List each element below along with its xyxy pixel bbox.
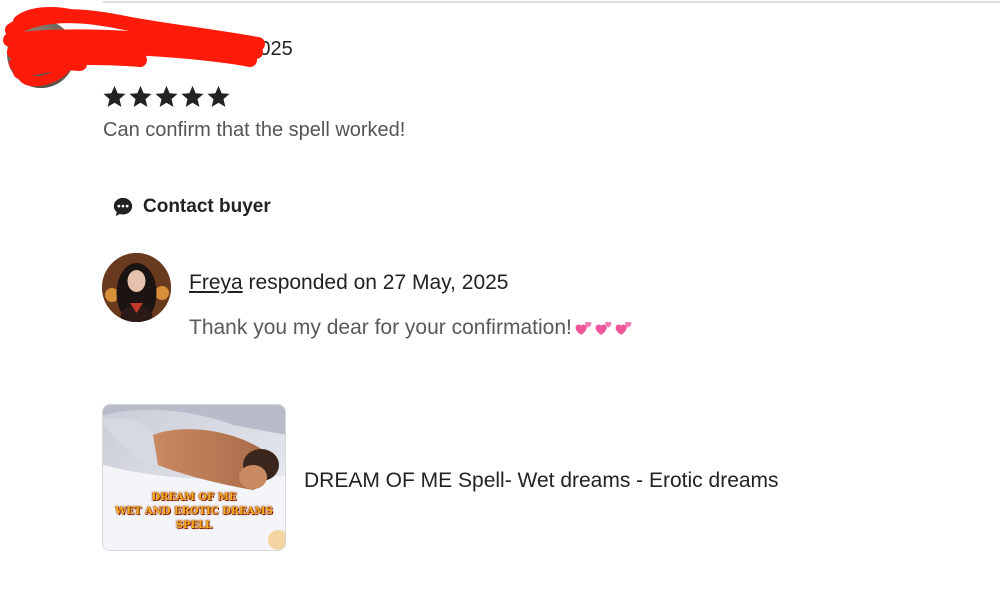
review-page: Steph · 27 May, 2025 Can confirm that th… xyxy=(0,0,1000,603)
caption-line: WET AND EROTIC DREAMS xyxy=(115,506,273,517)
two-hearts-icon xyxy=(615,321,632,335)
chat-bubble-icon xyxy=(113,197,133,217)
two-hearts-icon xyxy=(575,321,592,335)
responded-date-text: responded on 27 May, 2025 xyxy=(242,271,509,294)
listing-thumbnail[interactable]: DREAM OF ME WET AND EROTIC DREAMS SPELL xyxy=(102,404,286,551)
seller-name-link[interactable]: Freya xyxy=(189,271,243,294)
contact-buyer-button[interactable]: Contact buyer xyxy=(112,196,271,218)
caption-line: DREAM OF ME xyxy=(151,492,237,503)
seller-avatar[interactable] xyxy=(102,253,171,322)
listing-title-link[interactable]: DREAM OF ME Spell- Wet dreams - Erotic d… xyxy=(304,469,779,493)
hearts-emoji-group xyxy=(574,319,633,338)
star-icon xyxy=(207,85,230,107)
contact-buyer-label: Contact buyer xyxy=(143,196,271,217)
avatar-image xyxy=(102,253,171,322)
redaction-scribble xyxy=(3,7,265,87)
star-icon xyxy=(129,85,152,107)
listing-thumb-caption: DREAM OF ME WET AND EROTIC DREAMS SPELL xyxy=(103,491,285,533)
star-icon xyxy=(103,85,126,107)
star-rating xyxy=(102,84,231,109)
caption-line: SPELL xyxy=(175,520,213,531)
star-icon xyxy=(155,85,178,107)
response-text: Thank you my dear for your confirmation! xyxy=(189,316,572,339)
response-header: Freya responded on 27 May, 2025 xyxy=(189,271,509,295)
star-icon xyxy=(181,85,204,107)
two-hearts-icon xyxy=(595,321,612,335)
review-text: Can confirm that the spell worked! xyxy=(103,119,406,141)
response-message: Thank you my dear for your confirmation! xyxy=(189,316,633,340)
